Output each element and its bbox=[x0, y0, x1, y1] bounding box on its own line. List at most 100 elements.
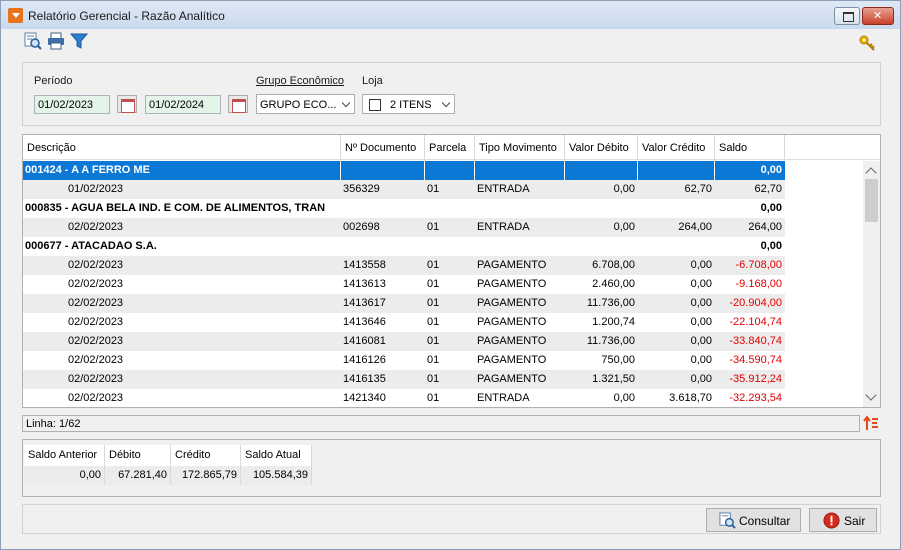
scroll-down-icon[interactable] bbox=[865, 389, 877, 401]
table-row[interactable]: 02/02/2023 1413558 01 PAGAMENTO 6.708,00 0,00… bbox=[23, 256, 785, 275]
group-row[interactable]: 000835 - AGUA BELA IND. E COM. DE ALIMEN… bbox=[23, 199, 785, 218]
vertical-scrollbar[interactable] bbox=[863, 161, 880, 407]
col-header-debito[interactable]: Valor Débito bbox=[565, 135, 638, 160]
cell-data: 02/02/2023 bbox=[68, 221, 124, 233]
sort-order-icon[interactable] bbox=[863, 415, 879, 431]
cell-data: 02/02/2023 bbox=[68, 373, 124, 385]
loja-select[interactable]: 2 ITENS bbox=[362, 94, 455, 114]
cell-tipo: PAGAMENTO bbox=[477, 259, 547, 271]
close-button[interactable] bbox=[862, 7, 894, 25]
grupo-economico-value: GRUPO ECO... bbox=[260, 99, 337, 111]
cell-group-descricao: 000677 - ATACADAO S.A. bbox=[25, 240, 157, 252]
filter-panel: Período 01/02/2023 01/02/2024 Grupo Econ… bbox=[22, 62, 881, 126]
table-row[interactable]: 02/02/2023 1416135 01 PAGAMENTO 1.321,50 0,00… bbox=[23, 370, 785, 389]
filter-icon[interactable] bbox=[70, 32, 88, 50]
search-report-icon bbox=[719, 512, 736, 529]
summary-credito: 172.865,79 bbox=[171, 466, 241, 485]
summary-header-saldo-anterior: Saldo Anterior bbox=[24, 445, 105, 466]
cell-parcela: 01 bbox=[427, 278, 440, 290]
cell-documento: 002698 bbox=[343, 221, 380, 233]
cell-debito: 0,00 bbox=[613, 183, 635, 195]
cell-data: 02/02/2023 bbox=[68, 316, 124, 328]
col-header-parcela[interactable]: Parcela bbox=[425, 135, 475, 160]
exit-icon bbox=[823, 512, 840, 529]
cell-data: 02/02/2023 bbox=[68, 297, 124, 309]
cell-saldo: -32.293,54 bbox=[729, 392, 782, 404]
cell-group-descricao: 000835 - AGUA BELA IND. E COM. DE ALIMEN… bbox=[25, 202, 326, 214]
summary-header-debito: Débito bbox=[105, 445, 171, 466]
print-icon[interactable] bbox=[47, 32, 65, 50]
cell-saldo: -22.104,74 bbox=[729, 316, 782, 328]
cell-debito: 11.736,00 bbox=[586, 297, 635, 309]
group-row[interactable]: 001424 - A A FERRO ME 0,00 bbox=[23, 161, 785, 180]
cell-saldo: 0,00 bbox=[760, 240, 782, 252]
cell-separator bbox=[564, 161, 565, 180]
summary-saldo-atual: 105.584,39 bbox=[241, 466, 312, 485]
cell-documento: 356329 bbox=[343, 183, 380, 195]
cell-tipo: ENTRADA bbox=[477, 392, 530, 404]
cell-parcela: 01 bbox=[427, 259, 440, 271]
table-row[interactable]: 02/02/2023 1413613 01 PAGAMENTO 2.460,00 0,00… bbox=[23, 275, 785, 294]
maximize-button[interactable] bbox=[834, 7, 860, 25]
cell-data: 02/02/2023 bbox=[68, 278, 124, 290]
cell-credito: 0,00 bbox=[690, 335, 712, 347]
cell-parcela: 01 bbox=[427, 221, 440, 233]
date-from-calendar-icon[interactable] bbox=[117, 95, 137, 113]
col-header-credito[interactable]: Valor Crédito bbox=[638, 135, 715, 160]
table-row[interactable]: 02/02/2023 1416126 01 PAGAMENTO 750,00 0,00 -3… bbox=[23, 351, 785, 370]
scroll-up-icon[interactable] bbox=[865, 167, 877, 179]
consultar-button[interactable]: Consultar bbox=[706, 508, 801, 532]
title-bar[interactable]: Relatório Gerencial - Razão Analítico bbox=[1, 1, 900, 29]
loja-checkbox[interactable] bbox=[369, 99, 381, 111]
footer-panel: Consultar Sair bbox=[22, 504, 881, 534]
date-from-field[interactable]: 01/02/2023 bbox=[34, 95, 110, 114]
cell-separator bbox=[340, 161, 341, 180]
key-icon[interactable] bbox=[859, 35, 877, 51]
table-row[interactable]: 02/02/2023 1413646 01 PAGAMENTO 1.200,74 0,00… bbox=[23, 313, 785, 332]
cell-credito: 0,00 bbox=[690, 259, 712, 271]
cell-saldo: 62,70 bbox=[754, 183, 782, 195]
summary-header-saldo-atual: Saldo Atual bbox=[241, 445, 312, 466]
cell-credito: 0,00 bbox=[690, 354, 712, 366]
cell-parcela: 01 bbox=[427, 335, 440, 347]
cell-saldo: -6.708,00 bbox=[735, 259, 782, 271]
chevron-down-icon bbox=[441, 98, 451, 108]
periodo-label: Período bbox=[34, 75, 73, 87]
cell-parcela: 01 bbox=[427, 392, 440, 404]
col-header-documento[interactable]: Nº Documento bbox=[341, 135, 425, 160]
consultar-label: Consultar bbox=[739, 514, 791, 528]
cell-data: 02/02/2023 bbox=[68, 259, 124, 271]
grid-header: Descrição Nº Documento Parcela Tipo Movi… bbox=[23, 135, 880, 160]
preview-report-icon[interactable] bbox=[24, 32, 42, 50]
table-row[interactable]: 02/02/2023 1416081 01 PAGAMENTO 11.736,00 0,0… bbox=[23, 332, 785, 351]
app-icon bbox=[8, 8, 23, 23]
cell-data: 02/02/2023 bbox=[68, 335, 124, 347]
table-row[interactable]: 01/02/2023 356329 01 ENTRADA 0,00 62,70 62,70 bbox=[23, 180, 785, 199]
cell-parcela: 01 bbox=[427, 373, 440, 385]
grupo-economico-select[interactable]: GRUPO ECO... bbox=[256, 94, 355, 114]
date-to-calendar-icon[interactable] bbox=[228, 95, 248, 113]
cell-documento: 1416081 bbox=[343, 335, 386, 347]
col-header-descricao[interactable]: Descrição bbox=[23, 135, 341, 160]
cell-debito: 0,00 bbox=[613, 221, 635, 233]
cell-tipo: PAGAMENTO bbox=[477, 335, 547, 347]
scroll-thumb[interactable] bbox=[865, 179, 878, 222]
sair-button[interactable]: Sair bbox=[809, 508, 877, 532]
grupo-economico-label[interactable]: Grupo Econômico bbox=[256, 75, 344, 87]
row-status: Linha: 1/62 bbox=[22, 415, 860, 432]
cell-documento: 1413613 bbox=[343, 278, 386, 290]
col-header-tipo[interactable]: Tipo Movimento bbox=[475, 135, 565, 160]
cell-saldo: 0,00 bbox=[760, 202, 782, 214]
cell-debito: 1.321,50 bbox=[592, 373, 635, 385]
cell-saldo: 264,00 bbox=[748, 221, 782, 233]
table-row[interactable]: 02/02/2023 1421340 01 ENTRADA 0,00 3.618,70 -3… bbox=[23, 389, 785, 408]
cell-separator bbox=[424, 161, 425, 180]
cell-parcela: 01 bbox=[427, 354, 440, 366]
date-to-field[interactable]: 01/02/2024 bbox=[145, 95, 221, 114]
table-row[interactable]: 02/02/2023 002698 01 ENTRADA 0,00 264,00 264,0… bbox=[23, 218, 785, 237]
group-row[interactable]: 000677 - ATACADAO S.A. 0,00 bbox=[23, 237, 785, 256]
col-header-saldo[interactable]: Saldo bbox=[715, 135, 785, 160]
cell-credito: 264,00 bbox=[678, 221, 712, 233]
table-row[interactable]: 02/02/2023 1413617 01 PAGAMENTO 11.736,00 0,0… bbox=[23, 294, 785, 313]
cell-saldo: -34.590,74 bbox=[729, 354, 782, 366]
